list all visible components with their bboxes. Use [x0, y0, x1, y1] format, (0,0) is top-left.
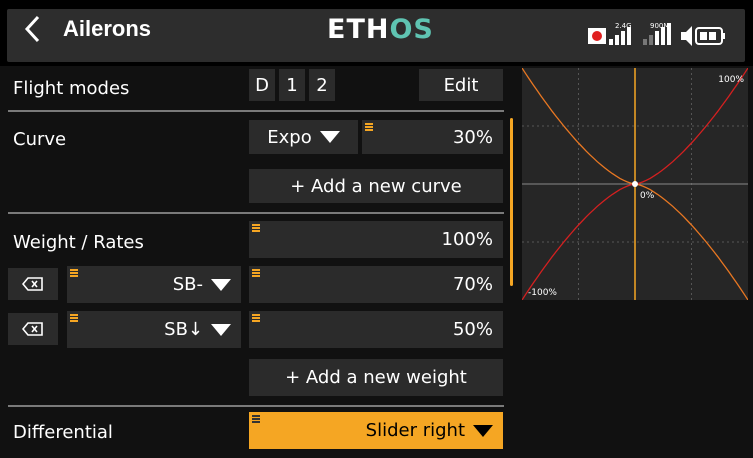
- chevron-left-icon: [24, 15, 40, 43]
- delete-rate-button[interactable]: [8, 268, 58, 300]
- edit-marker-icon: [252, 269, 260, 271]
- speaker-icon: [681, 26, 692, 46]
- delete-icon: [22, 277, 43, 291]
- rate-value-field[interactable]: 70%: [249, 266, 503, 303]
- curve-type-dropdown[interactable]: Expo: [249, 120, 358, 154]
- dropdown-arrow-icon: [319, 131, 340, 143]
- add-weight-button[interactable]: + Add a new weight: [249, 359, 503, 396]
- page-title: Ailerons: [63, 16, 152, 41]
- rate-switch-dropdown[interactable]: SB-: [67, 266, 241, 303]
- ethos-logo: ETHOS: [327, 14, 434, 45]
- back-button[interactable]: [24, 14, 42, 50]
- weight-rates-label: Weight / Rates: [13, 232, 144, 253]
- edit-marker-icon: [252, 415, 260, 417]
- graph-min-label: -100%: [528, 288, 557, 298]
- mix-settings-panel: Flight modes D 1 2 Edit Curve Expo 30% +…: [0, 66, 513, 458]
- delete-rate-button[interactable]: [8, 313, 58, 345]
- title-bar: Ailerons ETHOS 2.4G 900M: [0, 0, 753, 66]
- dropdown-arrow-icon: [473, 424, 493, 437]
- rx-signal-icon: [609, 39, 613, 45]
- delete-icon: [22, 322, 43, 336]
- curve-point: [632, 181, 638, 187]
- weight-value-field[interactable]: 100%: [249, 221, 503, 258]
- scrollbar[interactable]: [510, 118, 513, 286]
- flight-mode-2[interactable]: 2: [309, 69, 335, 101]
- flight-modes-label: Flight modes: [13, 78, 130, 99]
- curve-graph: 100% 0% -100%: [522, 68, 748, 300]
- edit-marker-icon: [365, 123, 373, 125]
- edit-marker-icon: [70, 314, 78, 316]
- add-curve-button[interactable]: + Add a new curve: [249, 169, 503, 203]
- rate-switch-dropdown[interactable]: SB↓: [67, 311, 241, 348]
- graph-mid-label: 0%: [640, 191, 655, 201]
- flight-mode-d[interactable]: D: [249, 69, 275, 101]
- edit-marker-icon: [70, 269, 78, 271]
- divider: [8, 405, 504, 407]
- divider: [8, 212, 504, 214]
- flight-mode-1[interactable]: 1: [279, 69, 305, 101]
- svg-text:900M: 900M: [650, 22, 669, 30]
- tx-signal-icon: [643, 39, 647, 45]
- differential-label: Differential: [13, 422, 113, 443]
- dropdown-arrow-icon: [211, 278, 231, 291]
- rate-value-field[interactable]: 50%: [249, 311, 503, 348]
- divider: [8, 110, 504, 112]
- edit-marker-icon: [252, 224, 260, 226]
- edit-flight-modes-button[interactable]: Edit: [419, 69, 503, 101]
- dropdown-arrow-icon: [211, 323, 231, 336]
- curve-value-field[interactable]: 30%: [362, 120, 503, 154]
- differential-dropdown[interactable]: Slider right: [249, 412, 503, 449]
- edit-marker-icon: [252, 314, 260, 316]
- graph-max-label: 100%: [718, 75, 744, 85]
- curve-label: Curve: [13, 129, 67, 150]
- status-icons: 2.4G 900M: [588, 22, 725, 46]
